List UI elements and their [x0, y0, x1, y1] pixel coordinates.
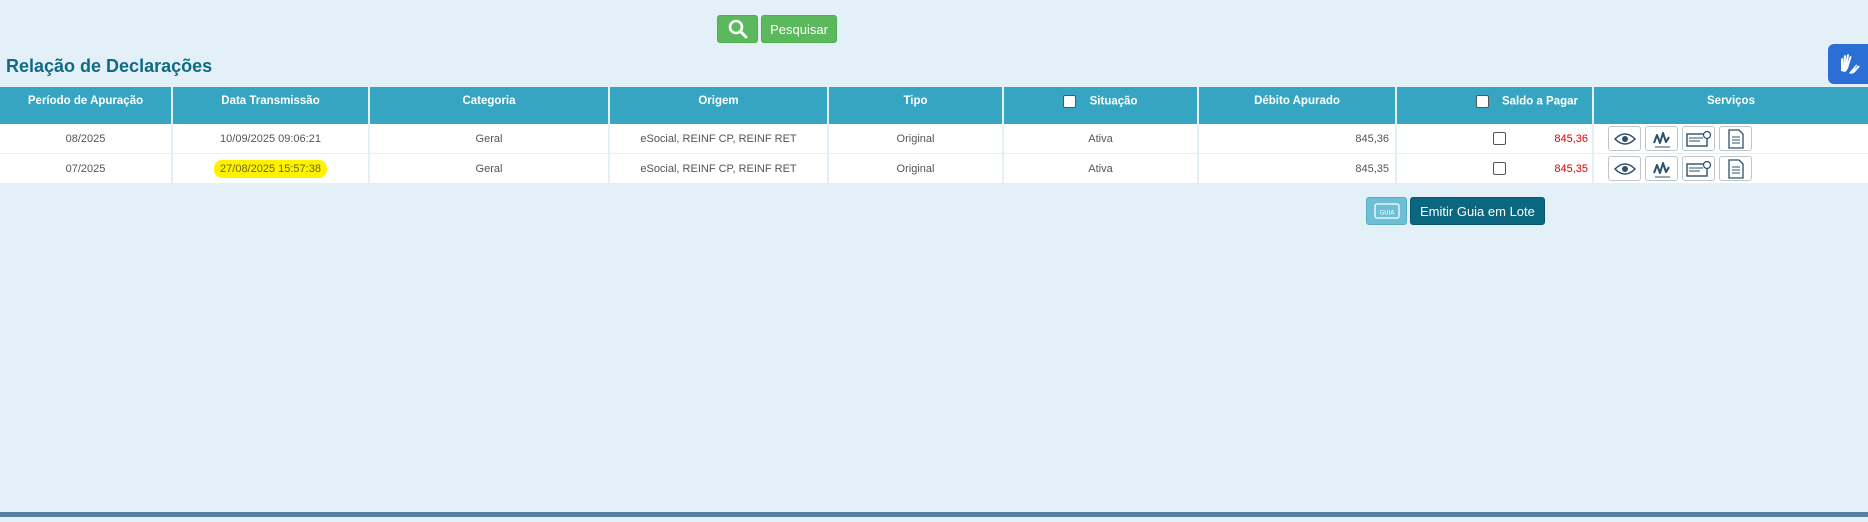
- cell-tipo: Original: [828, 124, 1004, 154]
- cell-categoria: Geral: [369, 153, 610, 184]
- cell-saldo: 845,36: [1396, 124, 1594, 154]
- highlighted-date: 27/08/2025 15:57:38: [214, 159, 327, 178]
- header-tipo[interactable]: Tipo: [828, 87, 1004, 124]
- batch-actions: GUIA Emitir Guia em Lote: [1366, 197, 1545, 225]
- search-icon: [728, 19, 747, 39]
- header-debito[interactable]: Débito Apurado: [1198, 87, 1397, 124]
- guia-icon: GUIA: [1373, 203, 1400, 219]
- header-servicos: Serviços: [1593, 87, 1868, 124]
- header-situacao: Situação: [1003, 87, 1199, 124]
- header-periodo[interactable]: Período de Apuração: [0, 87, 173, 124]
- view-button[interactable]: [1608, 156, 1641, 181]
- search-bar: Pesquisar: [717, 15, 837, 43]
- cell-servicos: [1593, 124, 1868, 154]
- cell-origem: eSocial, REINF CP, REINF RET: [609, 153, 829, 184]
- row-saldo-checkbox[interactable]: [1493, 162, 1506, 175]
- cell-saldo: 845,35: [1396, 153, 1594, 184]
- payment-slip-icon: [1685, 130, 1711, 147]
- footer-divider: [0, 512, 1868, 517]
- table-row: 08/2025 10/09/2025 09:06:21 Geral eSocia…: [0, 124, 1868, 154]
- emitir-guia-lote-button[interactable]: Emitir Guia em Lote: [1410, 197, 1545, 225]
- cell-data-transmissao: 27/08/2025 15:57:38: [172, 153, 370, 184]
- search-icon-button[interactable]: [717, 15, 758, 43]
- document-icon: [1727, 128, 1744, 149]
- sign-button[interactable]: [1645, 156, 1678, 181]
- header-origem[interactable]: Origem: [609, 87, 829, 124]
- cell-servicos: [1593, 153, 1868, 184]
- cell-periodo: 08/2025: [0, 124, 173, 154]
- libras-accessibility-button[interactable]: [1828, 44, 1868, 84]
- eye-icon: [1613, 132, 1636, 145]
- saldo-select-all-checkbox[interactable]: [1475, 95, 1489, 108]
- page-title: Relação de Declarações: [6, 56, 213, 76]
- table-header-row: Período de Apuração Data Transmissão Cat…: [0, 87, 1868, 124]
- payment-slip-button[interactable]: [1682, 156, 1715, 181]
- document-icon: [1727, 158, 1744, 179]
- saldo-value: 845,35: [1554, 162, 1588, 175]
- cell-debito: 845,36: [1198, 124, 1397, 154]
- document-button[interactable]: [1719, 156, 1752, 181]
- declarations-table: Período de Apuração Data Transmissão Cat…: [0, 87, 1868, 184]
- eye-icon: [1613, 162, 1636, 175]
- table-row: 07/2025 27/08/2025 15:57:38 Geral eSocia…: [0, 153, 1868, 184]
- cell-debito: 845,35: [1198, 153, 1397, 184]
- guia-icon-text: GUIA: [1379, 210, 1395, 217]
- saldo-value: 845,36: [1554, 132, 1588, 145]
- signature-icon: [1652, 131, 1670, 147]
- header-situacao-label: Situação: [1089, 95, 1138, 108]
- view-button[interactable]: [1608, 126, 1641, 151]
- header-saldo-label: Saldo a Pagar: [1501, 95, 1578, 108]
- header-data-transmissao[interactable]: Data Transmissão: [172, 87, 370, 124]
- libras-hands-icon: [1841, 54, 1860, 74]
- cell-data-transmissao: 10/09/2025 09:06:21: [172, 124, 370, 154]
- cell-situacao: Ativa: [1003, 124, 1199, 154]
- document-button[interactable]: [1719, 126, 1752, 151]
- payment-slip-icon: [1685, 160, 1711, 177]
- sign-button[interactable]: [1645, 126, 1678, 151]
- cell-situacao: Ativa: [1003, 153, 1199, 184]
- header-categoria[interactable]: Categoria: [369, 87, 610, 124]
- signature-icon: [1652, 161, 1670, 177]
- situacao-select-all-checkbox[interactable]: [1063, 95, 1077, 108]
- cell-origem: eSocial, REINF CP, REINF RET: [609, 124, 829, 154]
- cell-periodo: 07/2025: [0, 153, 173, 184]
- cell-categoria: Geral: [369, 124, 610, 154]
- guia-button[interactable]: GUIA: [1366, 197, 1407, 225]
- header-saldo: Saldo a Pagar: [1396, 87, 1594, 124]
- search-button[interactable]: Pesquisar: [761, 15, 837, 43]
- cell-tipo: Original: [828, 153, 1004, 184]
- payment-slip-button[interactable]: [1682, 126, 1715, 151]
- row-saldo-checkbox[interactable]: [1493, 132, 1506, 145]
